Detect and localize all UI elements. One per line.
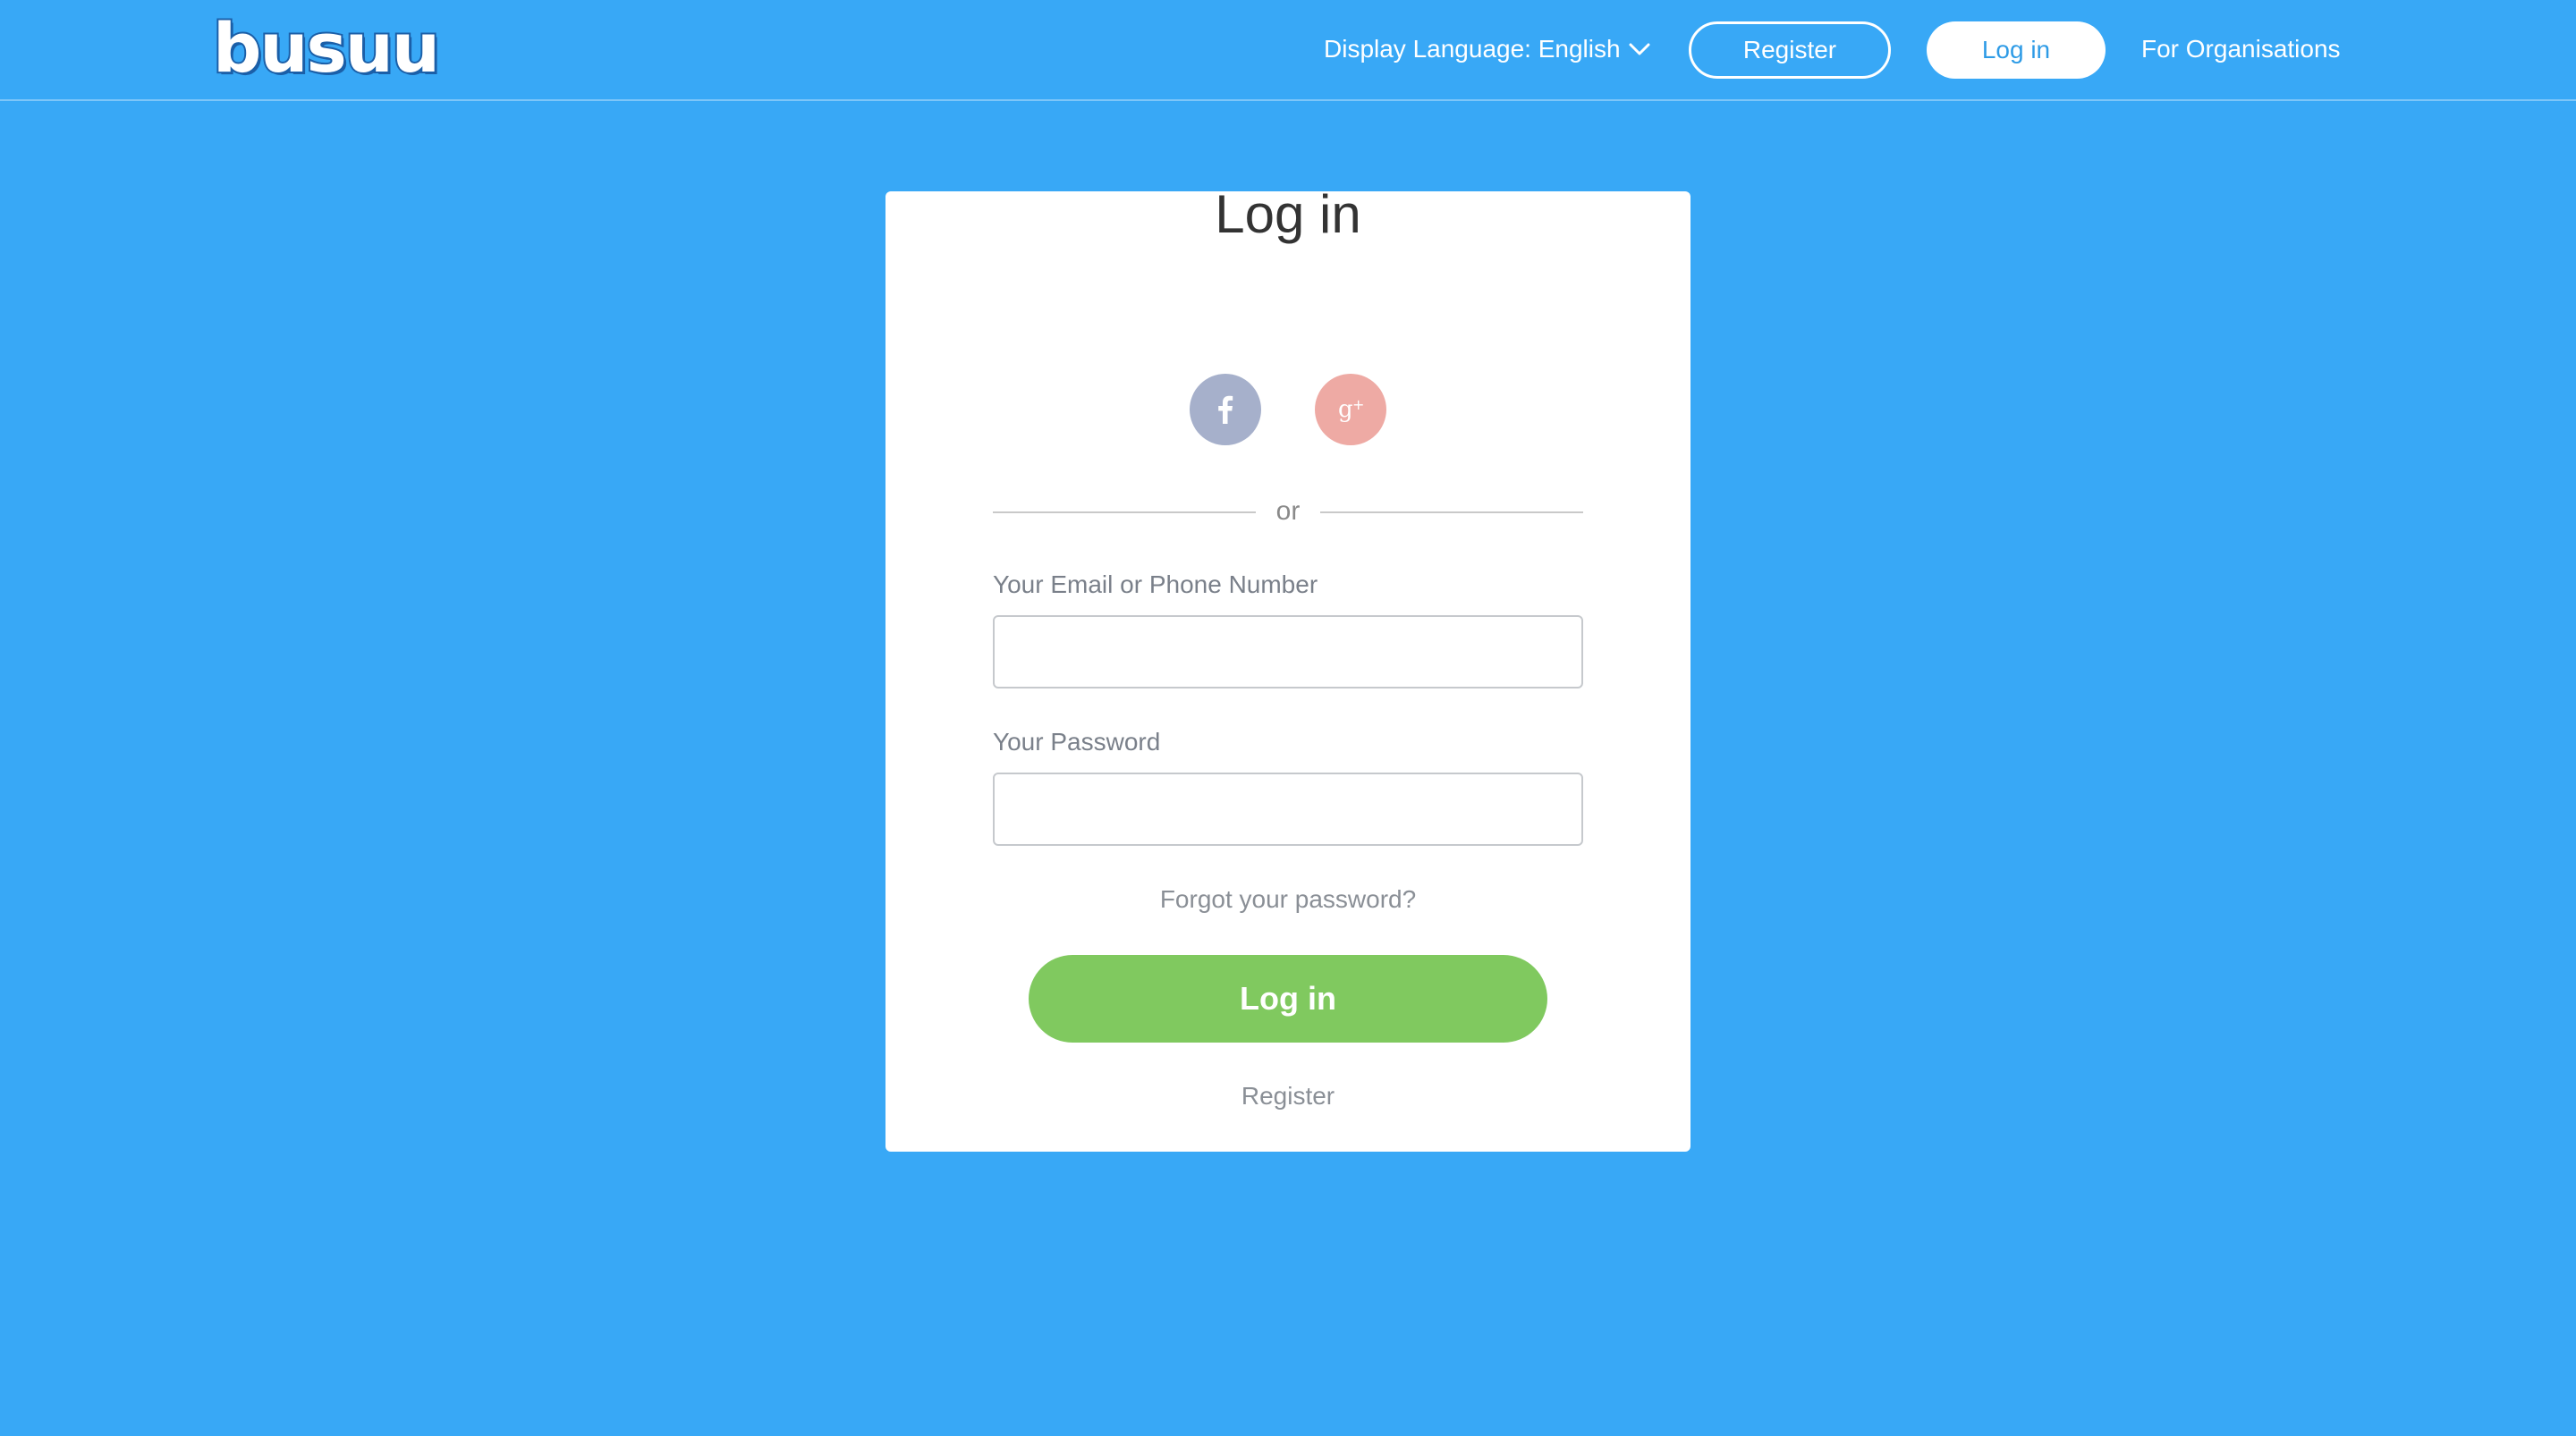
busuu-logo[interactable]: busuu	[211, 11, 442, 86]
google-plus-icon: g +	[1338, 396, 1364, 423]
facebook-icon	[1218, 395, 1233, 424]
divider-line-left	[993, 511, 1256, 513]
top-navigation-bar: busuu Display Language: English Register…	[0, 0, 2576, 101]
login-title: Log in	[1215, 184, 1361, 244]
login-submit-button[interactable]: Log in	[1029, 955, 1547, 1043]
forgot-password-link[interactable]: Forgot your password?	[1160, 885, 1416, 913]
password-field[interactable]	[993, 773, 1583, 846]
chevron-down-icon	[1629, 43, 1650, 55]
email-label: Your Email or Phone Number	[993, 570, 1318, 598]
svg-text:g: g	[1338, 396, 1353, 423]
divider-line-right	[1320, 511, 1583, 513]
register-link-container: Register	[0, 1078, 2576, 1114]
display-language-selector[interactable]: Display Language: English	[1324, 30, 1651, 68]
forgot-password-container: Forgot your password?	[0, 882, 2576, 917]
google-plus-login-button[interactable]: g +	[1315, 374, 1386, 445]
svg-text:+: +	[1352, 396, 1364, 413]
email-field[interactable]	[993, 615, 1583, 688]
for-organisations-link[interactable]: For Organisations	[2141, 30, 2341, 68]
register-button[interactable]: Register	[1689, 21, 1891, 79]
divider-or-text: or	[1275, 496, 1301, 526]
password-label: Your Password	[993, 728, 1161, 756]
register-link[interactable]: Register	[1241, 1082, 1335, 1110]
display-language-label: Display Language: English	[1324, 35, 1621, 63]
login-button[interactable]: Log in	[1927, 21, 2106, 79]
facebook-login-button[interactable]	[1190, 374, 1261, 445]
